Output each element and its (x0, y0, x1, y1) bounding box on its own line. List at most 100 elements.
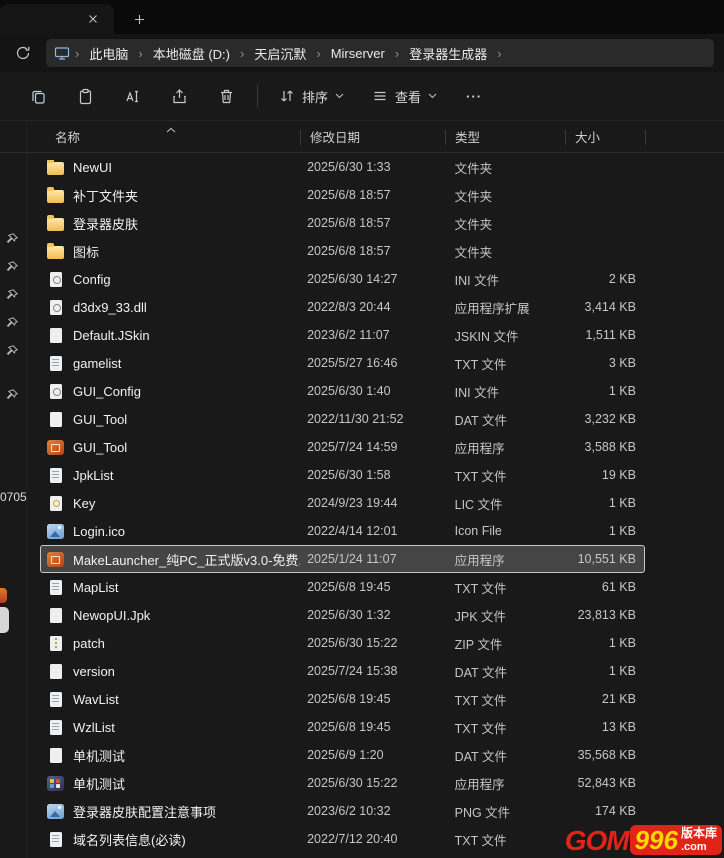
column-header-size[interactable]: 大小 (565, 127, 645, 146)
file-name-cell: 登录器皮肤配置注意事项 (41, 802, 300, 821)
column-divider[interactable] (565, 130, 566, 145)
file-type: TXT 文件 (445, 830, 565, 849)
column-header-date[interactable]: 修改日期 (300, 127, 445, 146)
chevron-right-icon: › (237, 46, 247, 61)
file-type: DAT 文件 (445, 746, 565, 765)
file-row[interactable]: MapList 2025/6/8 19:45 TXT 文件 61 KB (40, 573, 645, 601)
rename-button[interactable] (114, 79, 150, 113)
file-type: 文件夹 (445, 242, 565, 261)
file-name-cell: d3dx9_33.dll (41, 300, 300, 315)
file-size: 174 KB (564, 804, 644, 818)
file-row[interactable]: 图标 2025/6/8 18:57 文件夹 (40, 237, 645, 265)
txt-icon (47, 356, 64, 371)
file-name-cell: gamelist (41, 356, 300, 371)
file-size: 1,511 KB (564, 328, 644, 342)
file-row[interactable]: gamelist 2025/5/27 16:46 TXT 文件 3 KB (40, 349, 645, 377)
file-row[interactable]: 单机测试 2025/6/30 15:22 应用程序 52,843 KB (40, 769, 645, 797)
doc-icon (47, 608, 64, 623)
close-icon[interactable] (82, 8, 104, 30)
command-toolbar: 排序 查看 ··· (0, 72, 724, 120)
file-size: 3,414 KB (564, 300, 644, 314)
file-size: 1 KB (564, 664, 644, 678)
file-name: WzlList (73, 720, 115, 735)
file-size: 19 KB (564, 468, 644, 482)
more-options-button[interactable]: ··· (454, 82, 494, 111)
sort-icon (279, 88, 295, 104)
txt-icon (47, 720, 64, 735)
file-date: 2025/6/8 19:45 (300, 720, 445, 734)
file-row[interactable]: version 2025/7/24 15:38 DAT 文件 1 KB (40, 657, 645, 685)
file-date: 2025/6/30 15:22 (300, 636, 445, 650)
file-row[interactable]: GUI_Tool 2025/7/24 14:59 应用程序 3,588 KB (40, 433, 645, 461)
file-row[interactable]: WzlList 2025/6/8 19:45 TXT 文件 13 KB (40, 713, 645, 741)
column-header-row: 名称 修改日期 类型 大小 (0, 120, 724, 153)
file-row[interactable]: Login.ico 2022/4/14 12:01 Icon File 1 KB (40, 517, 645, 545)
dll-icon (47, 300, 64, 315)
file-date: 2023/6/2 10:32 (300, 804, 445, 818)
txt-icon (47, 832, 64, 847)
file-row[interactable]: patch 2025/6/30 15:22 ZIP 文件 1 KB (40, 629, 645, 657)
file-type: PNG 文件 (445, 802, 565, 821)
file-name: JpkList (73, 468, 113, 483)
column-header-type[interactable]: 类型 (445, 127, 565, 146)
copy-button[interactable] (20, 79, 56, 113)
column-divider[interactable] (645, 130, 646, 145)
chevron-right-icon: › (72, 46, 82, 61)
pin-icon (4, 344, 19, 359)
file-name-cell: MakeLauncher_纯PC_正式版v3.0-免费... (41, 550, 300, 569)
file-name-cell: GUI_Config (41, 384, 300, 399)
file-row[interactable]: 单机测试 2025/6/9 1:20 DAT 文件 35,568 KB (40, 741, 645, 769)
file-type: Icon File (445, 524, 565, 538)
file-row[interactable]: d3dx9_33.dll 2022/8/3 20:44 应用程序扩展 3,414… (40, 293, 645, 321)
file-date: 2025/6/30 1:40 (300, 384, 445, 398)
file-name-cell: 登录器皮肤 (41, 214, 300, 233)
file-row[interactable]: NewUI 2025/6/30 1:33 文件夹 (40, 153, 645, 181)
txt-icon (47, 580, 64, 595)
txt-icon (47, 468, 64, 483)
breadcrumb-item[interactable]: 本地磁盘 (D:) (146, 41, 237, 66)
file-name: version (73, 664, 115, 679)
chevron-right-icon: › (313, 46, 323, 61)
file-size: 1 KB (564, 636, 644, 650)
paste-icon (77, 88, 94, 105)
file-size: 1 KB (564, 384, 644, 398)
share-button[interactable] (161, 79, 197, 113)
file-row[interactable]: Key 2024/9/23 19:44 LIC 文件 1 KB (40, 489, 645, 517)
file-row[interactable]: 登录器皮肤 2025/6/8 18:57 文件夹 (40, 209, 645, 237)
delete-button[interactable] (208, 79, 244, 113)
rename-icon (124, 88, 141, 105)
folder-icon (47, 246, 64, 259)
sort-button[interactable]: 排序 (268, 80, 355, 113)
file-date: 2025/6/8 18:57 (300, 188, 445, 202)
breadcrumb-item[interactable]: 登录器生成器 (402, 41, 494, 66)
file-type: TXT 文件 (445, 718, 565, 737)
new-tab-button[interactable] (128, 8, 150, 30)
file-row[interactable]: MakeLauncher_纯PC_正式版v3.0-免费... 2025/1/24… (40, 545, 645, 573)
file-row[interactable]: JpkList 2025/6/30 1:58 TXT 文件 19 KB (40, 461, 645, 489)
file-row[interactable]: Default.JSkin 2023/6/2 11:07 JSKIN 文件 1,… (40, 321, 645, 349)
file-row[interactable]: WavList 2025/6/8 19:45 TXT 文件 21 KB (40, 685, 645, 713)
ico-icon (47, 524, 64, 539)
file-name: Config (73, 272, 111, 287)
file-type: DAT 文件 (445, 410, 565, 429)
explorer-tab[interactable] (0, 4, 114, 34)
breadcrumb-item[interactable]: 此电脑 (82, 41, 135, 66)
column-divider[interactable] (445, 130, 446, 145)
breadcrumb[interactable]: › 此电脑›本地磁盘 (D:)›天启沉默›Mirserver›登录器生成器› (46, 39, 714, 67)
file-row[interactable]: NewopUI.Jpk 2025/6/30 1:32 JPK 文件 23,813… (40, 601, 645, 629)
refresh-button[interactable] (8, 39, 38, 67)
file-type: TXT 文件 (445, 466, 565, 485)
column-divider[interactable] (300, 130, 301, 145)
file-row[interactable]: GUI_Config 2025/6/30 1:40 INI 文件 1 KB (40, 377, 645, 405)
view-button[interactable]: 查看 (361, 80, 448, 113)
file-row[interactable]: 域名列表信息(必读) 2022/7/12 20:40 TXT 文件 (40, 825, 645, 853)
breadcrumb-item[interactable]: 天启沉默 (247, 41, 313, 66)
file-size: 52,843 KB (564, 776, 644, 790)
breadcrumb-item[interactable]: Mirserver (324, 43, 392, 64)
paste-button[interactable] (67, 79, 103, 113)
file-row[interactable]: 补丁文件夹 2025/6/8 18:57 文件夹 (40, 181, 645, 209)
file-date: 2025/6/30 1:32 (300, 608, 445, 622)
file-row[interactable]: Config 2025/6/30 14:27 INI 文件 2 KB (40, 265, 645, 293)
file-row[interactable]: 登录器皮肤配置注意事项 2023/6/2 10:32 PNG 文件 174 KB (40, 797, 645, 825)
file-row[interactable]: GUI_Tool 2022/11/30 21:52 DAT 文件 3,232 K… (40, 405, 645, 433)
